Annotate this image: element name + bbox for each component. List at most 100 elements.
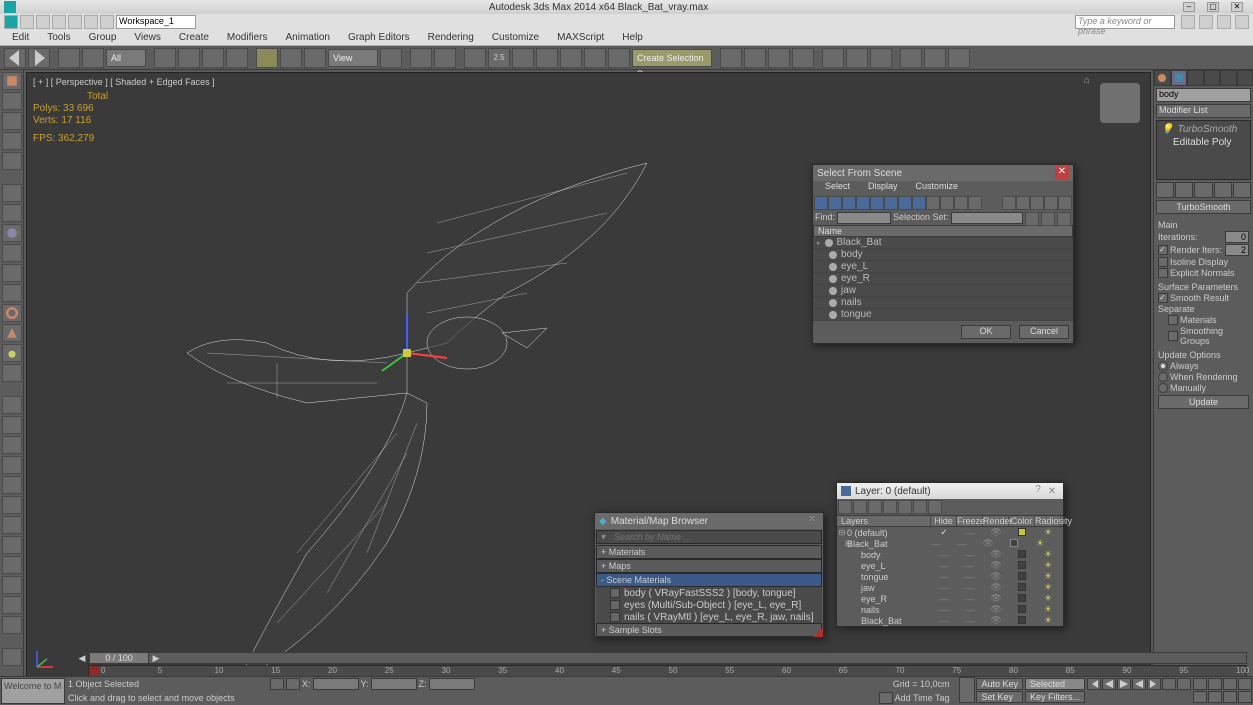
biped-icon[interactable] [2, 536, 22, 554]
goto-start-button[interactable] [1087, 678, 1101, 690]
favorites-icon[interactable] [1199, 15, 1213, 29]
render-iters-spinner[interactable]: 2 [1225, 244, 1249, 256]
viewcube-home-icon[interactable]: ⌂ [1084, 75, 1096, 87]
tab-utilities-icon[interactable] [1237, 70, 1253, 86]
lock-selection-button[interactable] [270, 678, 284, 690]
mb-close-button[interactable]: ✕ [805, 514, 819, 528]
sfs-filter-space-icon[interactable] [884, 196, 898, 210]
menu-views[interactable]: Views [126, 32, 169, 43]
update-manual-radio[interactable] [1158, 383, 1168, 393]
menu-create[interactable]: Create [171, 32, 217, 43]
schematic-button[interactable] [846, 48, 868, 68]
render-iters-checkbox[interactable] [1158, 245, 1168, 255]
move-button[interactable] [256, 48, 278, 68]
abs-rel-button[interactable] [286, 678, 300, 690]
sfs-expand-icon[interactable] [1002, 196, 1016, 210]
modifier-stack[interactable]: 💡TurboSmooth Editable Poly [1156, 120, 1251, 180]
sfs-filter-cam-icon[interactable] [856, 196, 870, 210]
cat-icon[interactable] [2, 516, 22, 534]
layer-freeze-icon[interactable] [928, 500, 942, 514]
new-icon[interactable] [20, 15, 34, 29]
configure-sets-button[interactable] [1233, 182, 1251, 198]
layer-add-icon[interactable] [868, 500, 882, 514]
box-icon[interactable] [2, 184, 22, 202]
plane-icon[interactable] [2, 364, 22, 382]
mirror-button[interactable] [720, 48, 742, 68]
render-button[interactable] [948, 48, 970, 68]
z-input[interactable] [429, 678, 475, 690]
viewcube[interactable] [1100, 83, 1140, 123]
paint-icon[interactable] [2, 396, 22, 414]
layer-close-button[interactable]: ✕ [1045, 486, 1059, 497]
sfs-titlebar[interactable]: Select From Scene ✕ [813, 165, 1073, 181]
layer-hide-icon[interactable] [913, 500, 927, 514]
mb-section-scene[interactable]: - Scene Materials [596, 573, 822, 587]
layer-mgr-button[interactable] [768, 48, 790, 68]
time-slider-track[interactable]: ◀ 0 / 100 ▶ [88, 652, 1247, 664]
menu-help[interactable]: Help [614, 32, 651, 43]
select-button[interactable] [154, 48, 176, 68]
goto-end-button[interactable] [1147, 678, 1161, 690]
iterations-spinner[interactable]: 0 [1225, 231, 1249, 243]
layer-sel-icon[interactable] [883, 500, 897, 514]
tab-populate-icon[interactable] [2, 152, 22, 170]
tab-motion-icon[interactable] [1204, 70, 1221, 86]
maxtoggle-button[interactable] [1238, 691, 1252, 703]
edit-namedsel-button[interactable] [608, 48, 630, 68]
render-setup-button[interactable] [900, 48, 922, 68]
update-render-radio[interactable] [1158, 372, 1168, 382]
manip-button[interactable] [410, 48, 432, 68]
sfs-filter-light-icon[interactable] [842, 196, 856, 210]
key-filters-button[interactable]: Key Filters... [1025, 691, 1085, 703]
sfs-filter-group-icon[interactable] [898, 196, 912, 210]
menu-tools[interactable]: Tools [39, 32, 78, 43]
materials-checkbox[interactable] [1168, 315, 1178, 325]
save-icon[interactable] [52, 15, 66, 29]
zoom-button[interactable] [1193, 678, 1207, 690]
pin-stack-button[interactable] [1156, 182, 1174, 198]
mb-section-maps[interactable]: + Maps [596, 559, 822, 573]
fov-button[interactable] [1193, 691, 1207, 703]
modifier-list-dropdown[interactable]: Modifier List [1156, 104, 1251, 118]
refcoord-dropdown[interactable]: View [328, 49, 378, 67]
mb-item-eyes[interactable]: eyes (Multi/Sub-Object ) [eye_L, eye_R] [596, 599, 822, 611]
particles-icon[interactable] [2, 556, 22, 574]
tab-hierarchy-icon[interactable] [1187, 70, 1204, 86]
snap-pct-button[interactable] [512, 48, 534, 68]
select-rect-button[interactable] [202, 48, 224, 68]
minimize-button[interactable]: ‒ [1183, 2, 1195, 12]
mb-search-input[interactable] [610, 532, 821, 542]
play-button[interactable] [1117, 678, 1131, 690]
tab-modify-icon[interactable] [1171, 70, 1188, 86]
sfs-influences-icon[interactable] [1044, 196, 1058, 210]
door-icon[interactable] [2, 576, 22, 594]
zoom-all-button[interactable] [1208, 678, 1222, 690]
torus-icon[interactable] [2, 304, 22, 322]
tab-modeling-icon[interactable] [2, 72, 22, 90]
isoline-checkbox[interactable] [1158, 257, 1168, 267]
cloth-icon[interactable] [2, 456, 22, 474]
menu-animation[interactable]: Animation [277, 32, 337, 43]
x-input[interactable] [313, 678, 359, 690]
sfs-filter-helper-icon[interactable] [870, 196, 884, 210]
sfs-close-button[interactable]: ✕ [1055, 166, 1069, 180]
sfs-cancel-button[interactable]: Cancel [1019, 325, 1069, 339]
scale-button[interactable] [304, 48, 326, 68]
material-editor-button[interactable] [870, 48, 892, 68]
autokey-button[interactable]: Auto Key [976, 678, 1023, 690]
link-button[interactable] [58, 48, 80, 68]
sfs-invert-icon[interactable] [968, 196, 982, 210]
sfs-filter-geom-icon[interactable] [814, 196, 828, 210]
mb-item-body[interactable]: body ( VRayFastSSS2 ) [body, tongue] [596, 587, 822, 599]
curve-editor-button[interactable] [822, 48, 844, 68]
sfs-menu-select[interactable]: Select [817, 181, 858, 195]
axis-x-button[interactable] [560, 48, 582, 68]
extras-icon[interactable] [2, 648, 22, 666]
unlink-button[interactable] [82, 48, 104, 68]
key-mode-button[interactable] [1162, 678, 1176, 690]
tab-freeform-icon[interactable] [2, 92, 22, 110]
layer-highlight-icon[interactable] [898, 500, 912, 514]
mb-section-materials[interactable]: + Materials [596, 545, 822, 559]
keymode-button[interactable] [434, 48, 456, 68]
sfs-filter-xref-icon[interactable] [912, 196, 926, 210]
